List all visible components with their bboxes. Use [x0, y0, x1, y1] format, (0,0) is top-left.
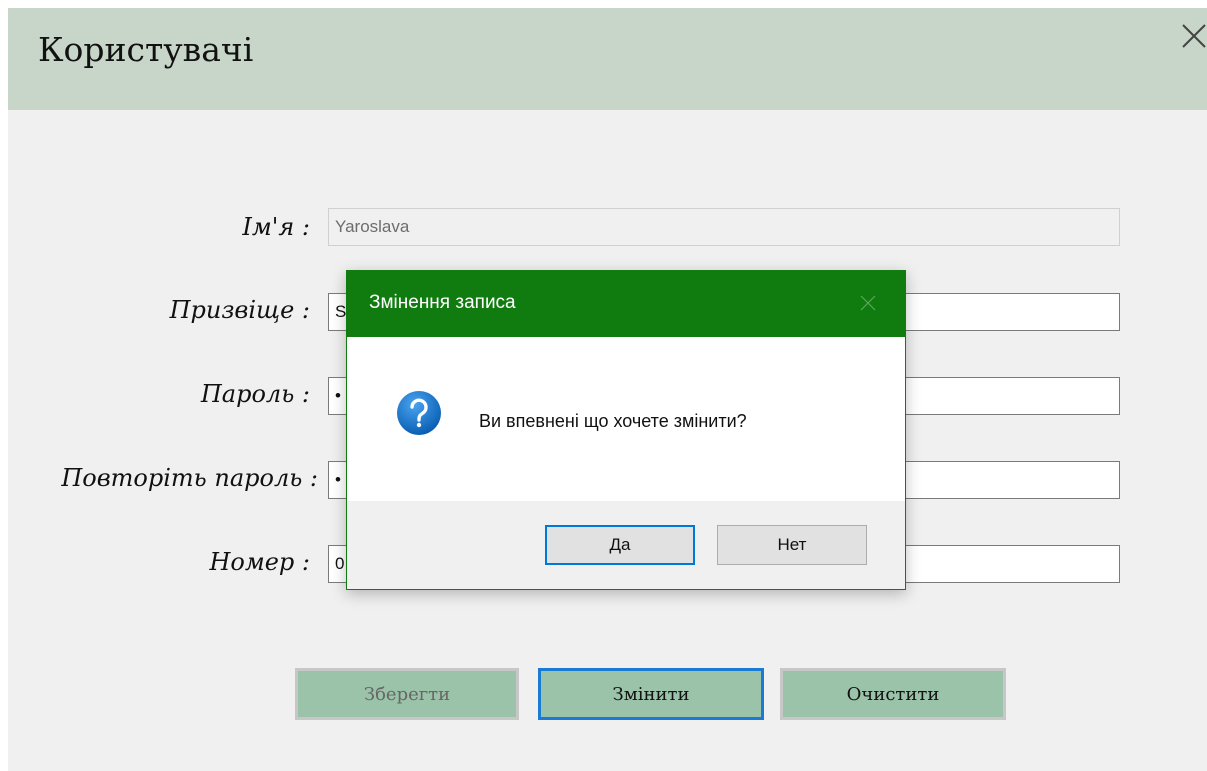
password-label: Пароль : [200, 380, 310, 408]
dialog-title: Змінення записа [369, 292, 516, 313]
number-label: Номер : [209, 548, 310, 576]
dialog-message: Ви впевнені що хочете змінити? [479, 411, 747, 431]
change-button-label: Змінити [612, 683, 690, 705]
change-button[interactable]: Змінити [538, 668, 764, 720]
yes-button[interactable]: Да [545, 525, 695, 565]
surname-label: Призвіще : [169, 296, 310, 324]
close-icon[interactable] [1178, 20, 1207, 50]
name-label: Ім'я : [242, 213, 310, 241]
dialog-body: Ви впевнені що хочете змінити? [347, 337, 905, 501]
no-button-label: Нет [777, 535, 807, 554]
question-icon [397, 391, 441, 435]
dialog-footer: Да Нет [347, 501, 905, 589]
name-field[interactable] [328, 208, 1120, 246]
no-button[interactable]: Нет [717, 525, 867, 565]
save-button[interactable]: Зберегти [295, 668, 519, 720]
window-header: Користувачі [8, 8, 1207, 110]
yes-button-label: Да [609, 535, 631, 554]
confirm-dialog: Змінення записа Ви впевнені що хочете зм… [346, 270, 906, 590]
save-button-label: Зберегти [363, 683, 451, 705]
clear-button[interactable]: Очистити [780, 668, 1006, 720]
window-title: Користувачі [38, 30, 254, 69]
dialog-close-icon[interactable] [857, 292, 879, 314]
dialog-titlebar: Змінення записа [347, 271, 905, 337]
repeat-password-label: Повторіть пароль : [61, 464, 318, 492]
clear-button-label: Очистити [846, 683, 940, 705]
